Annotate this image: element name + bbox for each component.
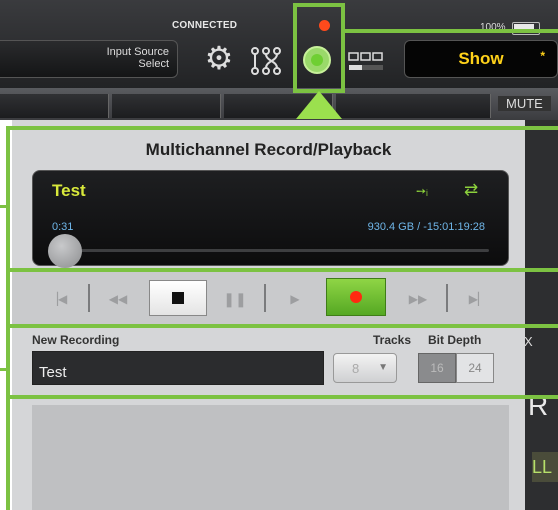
rewind-icon[interactable]: ◀◀ [100,282,136,316]
skip-back-icon[interactable]: ▕◀ [40,282,76,316]
panel-title: Multichannel Record/Playback [145,140,392,159]
elapsed-time: 0:31 [52,221,74,233]
skip-forward-icon[interactable]: ▶▏ [460,282,496,316]
bit-depth-24-button[interactable]: 24 [456,353,494,383]
channel-strip-2[interactable] [112,94,221,118]
meters-icon[interactable] [348,52,384,72]
bit-depth-label: Bit Depth [428,333,482,347]
input-source-label-line1: Input Source [106,46,169,58]
new-recording-name-input[interactable] [32,351,324,385]
transport-divider [264,284,266,312]
mute-button[interactable]: MUTE [498,96,551,111]
channel-strip-4[interactable] [336,94,491,118]
arrow-in-icon[interactable]: ➙ᵢ [416,184,428,198]
recordings-list[interactable] [32,405,509,510]
right-edge-ll-label: LL [532,452,558,482]
fast-forward-icon[interactable]: ▶▶ [400,282,436,316]
bit-depth-16-button[interactable]: 16 [418,353,456,383]
connection-status: CONNECTED [172,20,238,31]
routing-icon[interactable] [250,46,282,76]
transport-divider [446,284,448,312]
transport-divider [88,284,90,312]
record-button[interactable] [326,278,386,316]
tracks-label: Tracks [373,333,412,347]
right-edge-x-label: X [524,334,533,349]
show-button[interactable]: Show * [404,40,558,78]
loop-icon[interactable]: ⇄ [464,180,478,200]
tracks-select[interactable]: 8 ▼ [333,353,397,383]
chevron-down-icon: ▼ [378,362,388,373]
record-icon[interactable] [303,46,331,74]
recording-indicator-dot [319,20,330,31]
scrub-handle[interactable] [48,234,82,268]
stop-button[interactable] [149,280,207,316]
playback-progress-track[interactable] [52,249,489,252]
pause-icon[interactable]: ❚❚ [220,282,250,316]
callout-arrow-icon [296,91,342,119]
show-button-label: Show [458,49,504,68]
input-source-select-button[interactable]: Input Source Select [0,40,178,78]
gear-icon[interactable]: ⚙ [200,40,238,78]
new-recording-label: New Recording [32,333,120,347]
tracks-select-value: 8 [352,361,360,376]
input-source-label-line2: Select [138,58,169,70]
track-name: Test [52,181,86,200]
channel-strip-1[interactable] [0,94,109,118]
show-modified-star: * [540,49,545,63]
play-icon[interactable]: ▶ [280,282,310,316]
disk-remaining: 930.4 GB / -15:01:19:28 [367,221,485,233]
